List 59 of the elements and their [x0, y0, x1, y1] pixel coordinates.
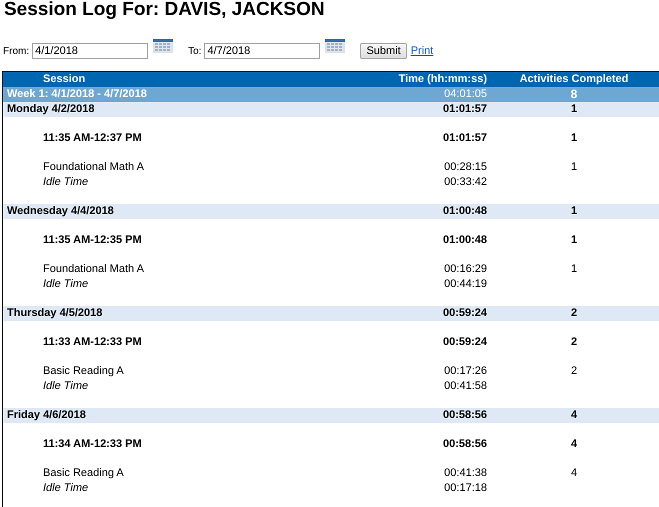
activity-name: Foundational Math A: [42, 262, 145, 277]
from-label: From:: [3, 46, 30, 56]
activity-count: 4: [570, 466, 578, 481]
idle-time-label: Idle Time: [42, 379, 90, 394]
day-time: 01:00:48: [442, 204, 488, 219]
session-duration: 00:58:56: [442, 437, 488, 452]
week-time: 04:01:05: [443, 87, 488, 102]
from-date-field[interactable]: 4/1/2018: [32, 43, 148, 59]
idle-duration: 00:17:18: [443, 481, 488, 496]
session-duration: 01:00:48: [442, 233, 488, 248]
submit-button[interactable]: Submit: [360, 43, 407, 59]
session-activities: 2: [570, 335, 578, 350]
session-duration: 01:01:57: [442, 131, 488, 146]
day-time: 00:58:56: [442, 408, 488, 423]
column-header: Session: [42, 72, 86, 87]
day-activities: 1: [570, 204, 578, 219]
idle-time-label: Idle Time: [42, 481, 90, 496]
session-time-range: 11:35 AM-12:37 PM: [42, 131, 143, 146]
session-time-range: 11:35 AM-12:35 PM: [42, 233, 143, 248]
day-activities: 2: [570, 306, 578, 321]
session-activities: 1: [570, 233, 578, 248]
activity-duration: 00:17:26: [443, 364, 488, 379]
calendar-icon[interactable]: [325, 39, 346, 53]
column-header: Activities Completed: [518, 72, 630, 87]
session-time-range: 11:33 AM-12:33 PM: [42, 335, 143, 350]
session-activities: 4: [570, 437, 578, 452]
session-time-range: 11:34 AM-12:33 PM: [42, 437, 143, 452]
day-label: Friday 4/6/2018: [6, 408, 87, 423]
day-label: Wednesday 4/4/2018: [6, 204, 115, 219]
activity-name: Basic Reading A: [42, 466, 125, 481]
print-link[interactable]: Print: [410, 45, 434, 57]
week-activities: 8: [570, 87, 578, 102]
activity-count: 1: [570, 160, 578, 175]
activity-duration: 00:16:29: [443, 262, 488, 277]
idle-duration: 00:41:58: [443, 379, 488, 394]
to-label: To:: [188, 46, 202, 56]
day-label: Monday 4/2/2018: [6, 102, 96, 117]
idle-duration: 00:33:42: [443, 175, 488, 190]
week-label: Week 1: 4/1/2018 - 4/7/2018: [6, 87, 148, 102]
column-header: Time (hh:mm:ss): [398, 72, 488, 87]
activity-duration: 00:41:38: [443, 466, 488, 481]
activity-count: 1: [570, 262, 578, 277]
activity-duration: 00:28:15: [443, 160, 488, 175]
page-title: Session Log For: DAVIS, JACKSON: [4, 0, 325, 20]
activity-name: Basic Reading A: [42, 364, 125, 379]
calendar-icon[interactable]: [153, 39, 174, 53]
idle-duration: 00:44:19: [443, 277, 488, 292]
day-activities: 4: [570, 408, 578, 423]
day-label: Thursday 4/5/2018: [6, 306, 104, 321]
idle-time-label: Idle Time: [42, 277, 90, 292]
session-duration: 00:59:24: [442, 335, 488, 350]
day-time: 01:01:57: [442, 102, 488, 117]
to-date-field[interactable]: 4/7/2018: [204, 43, 320, 59]
activity-count: 2: [570, 364, 578, 379]
day-activities: 1: [570, 102, 578, 117]
idle-time-label: Idle Time: [42, 175, 90, 190]
activity-name: Foundational Math A: [42, 160, 145, 175]
session-activities: 1: [570, 131, 578, 146]
day-time: 00:59:24: [442, 306, 488, 321]
